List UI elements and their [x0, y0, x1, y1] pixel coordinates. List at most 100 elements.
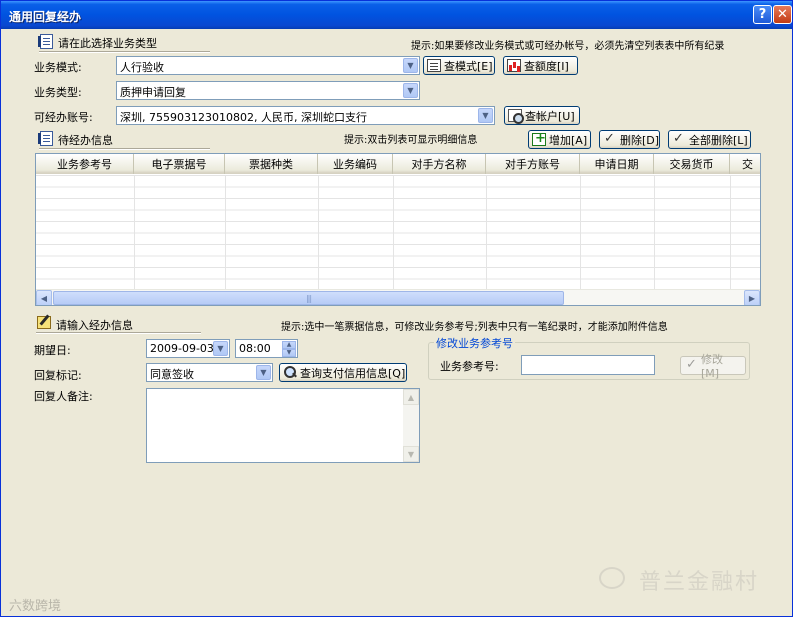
chevron-down-icon[interactable]: ▼: [256, 365, 271, 380]
mode-select[interactable]: 人行验收 ▼: [116, 56, 420, 75]
search-icon: [283, 366, 297, 379]
delete-button[interactable]: 删除[D]: [599, 130, 660, 149]
input-section-title: 请输入经办信息: [56, 319, 133, 332]
column-header[interactable]: 交: [730, 154, 760, 174]
mode-value: 人行验收: [120, 61, 164, 74]
select-hint: 提示:如果要修改业务模式或可经办帐号，必须先清空列表表中所有纪录: [411, 41, 725, 52]
expected-date-value: 2009-09-03: [150, 342, 214, 355]
column-divider: [225, 175, 226, 290]
reply-flag-value: 同意签收: [150, 368, 194, 381]
scroll-left-icon[interactable]: ◀: [36, 290, 52, 305]
query-quota-label: 查额度[I]: [524, 59, 569, 73]
column-divider: [654, 175, 655, 290]
query-credit-label: 查询支付信用信息[Q]: [300, 366, 406, 380]
check-icon: [685, 357, 699, 372]
column-header[interactable]: 电子票据号: [134, 154, 225, 174]
column-divider: [730, 175, 731, 290]
chevron-down-icon[interactable]: ▼: [478, 108, 493, 123]
ref-no-label: 业务参考号:: [440, 360, 499, 373]
ref-no-input[interactable]: [521, 355, 655, 375]
type-select[interactable]: 质押申请回复 ▼: [116, 81, 420, 100]
query-quota-button[interactable]: 查额度[I]: [503, 56, 578, 75]
pending-table[interactable]: 业务参考号 电子票据号 票据种类 业务编码 对手方名称 对手方账号 申请日期 交…: [35, 153, 761, 306]
pending-hint: 提示:双击列表可显示明细信息: [344, 135, 478, 146]
grid-icon: [427, 59, 441, 72]
document-icon: [38, 131, 53, 146]
remark-label: 回复人备注:: [34, 390, 93, 403]
query-account-button[interactable]: 查帐户[U]: [504, 106, 580, 125]
spin-down-icon[interactable]: ▼: [282, 349, 296, 357]
scroll-right-icon[interactable]: ▶: [744, 290, 760, 305]
scroll-up-icon[interactable]: ▲: [403, 389, 419, 405]
document-search-icon: [508, 109, 524, 124]
table-body[interactable]: [36, 175, 760, 290]
pending-section-title: 待经办信息: [58, 134, 113, 147]
add-icon: [532, 131, 546, 146]
vertical-scrollbar[interactable]: ▲ ▼: [403, 389, 419, 462]
edit-icon: [37, 316, 51, 329]
column-header[interactable]: 票据种类: [225, 154, 318, 174]
modify-group-title: 修改业务参考号: [434, 335, 515, 351]
horizontal-scrollbar[interactable]: ◀ ||| ▶: [36, 289, 760, 305]
chart-icon: [507, 59, 521, 72]
column-header[interactable]: 业务编码: [318, 154, 393, 174]
column-header[interactable]: 业务参考号: [36, 154, 134, 174]
input-hint: 提示:选中一笔票据信息，可修改业务参考号;列表中只有一笔纪录时，才能添加附件信息: [281, 322, 668, 333]
modify-label: 修改[M]: [700, 353, 723, 380]
spinner[interactable]: ▲ ▼: [282, 341, 296, 357]
chevron-down-icon[interactable]: ▼: [403, 83, 418, 98]
help-button[interactable]: ?: [753, 5, 772, 24]
column-divider: [318, 175, 319, 290]
main-window: 通用回复经办 ? ✕ 请在此选择业务类型 提示:如果要修改业务模式或可经办帐号，…: [0, 0, 793, 617]
spin-up-icon[interactable]: ▲: [282, 341, 296, 349]
wechat-icon: [599, 567, 625, 589]
divider: [39, 148, 210, 150]
window-title: 通用回复经办: [9, 10, 82, 24]
query-credit-button[interactable]: 查询支付信用信息[Q]: [279, 363, 407, 382]
delete-all-button[interactable]: 全部删除[L]: [668, 130, 751, 149]
account-select[interactable]: 深圳, 755903123010802, 人民币, 深圳蛇口支行 ▼: [116, 106, 495, 125]
query-account-label: 查帐户[U]: [525, 109, 575, 123]
delete-all-label: 全部删除[L]: [689, 133, 748, 147]
expected-date-picker[interactable]: 2009-09-03 ▼: [146, 339, 230, 358]
reply-flag-select[interactable]: 同意签收 ▼: [146, 363, 273, 382]
type-value: 质押申请回复: [120, 86, 186, 99]
column-divider: [393, 175, 394, 290]
expected-time-value: 08:00: [239, 342, 271, 355]
expected-time-stepper[interactable]: 08:00 ▲ ▼: [235, 339, 298, 358]
chevron-down-icon[interactable]: ▼: [213, 341, 228, 356]
chevron-down-icon[interactable]: ▼: [403, 58, 418, 73]
column-divider: [486, 175, 487, 290]
divider: [36, 332, 201, 334]
query-mode-button[interactable]: 查模式[E]: [423, 56, 495, 75]
reply-flag-label: 回复标记:: [34, 369, 82, 382]
remark-textarea[interactable]: ▲ ▼: [146, 388, 420, 463]
column-divider: [580, 175, 581, 290]
column-header[interactable]: 对手方名称: [393, 154, 486, 174]
scroll-down-icon[interactable]: ▼: [403, 446, 419, 462]
check-icon: [603, 131, 617, 146]
divider: [39, 51, 210, 53]
column-header[interactable]: 交易货币: [654, 154, 730, 174]
corner-watermark: 六数跨境: [9, 599, 62, 614]
account-value: 深圳, 755903123010802, 人民币, 深圳蛇口支行: [120, 111, 367, 124]
select-section-title: 请在此选择业务类型: [58, 37, 157, 50]
modify-button[interactable]: 修改[M]: [680, 353, 746, 380]
document-icon: [38, 34, 53, 49]
add-label: 增加[A]: [549, 133, 588, 147]
expected-date-label: 期望日:: [34, 344, 71, 357]
check-icon: [672, 131, 686, 146]
column-header[interactable]: 申请日期: [580, 154, 654, 174]
scroll-thumb[interactable]: |||: [53, 291, 564, 305]
table-header: 业务参考号 电子票据号 票据种类 业务编码 对手方名称 对手方账号 申请日期 交…: [36, 154, 760, 174]
column-header[interactable]: 对手方账号: [486, 154, 580, 174]
delete-label: 删除[D]: [620, 133, 660, 147]
title-bar[interactable]: 通用回复经办 ? ✕: [1, 1, 792, 29]
brand-watermark: 普兰金融村: [639, 570, 760, 595]
account-label: 可经办账号:: [34, 111, 93, 124]
column-divider: [134, 175, 135, 290]
query-mode-label: 查模式[E]: [444, 59, 493, 73]
close-button[interactable]: ✕: [773, 5, 792, 24]
type-label: 业务类型:: [34, 86, 82, 99]
add-button[interactable]: 增加[A]: [528, 130, 591, 149]
